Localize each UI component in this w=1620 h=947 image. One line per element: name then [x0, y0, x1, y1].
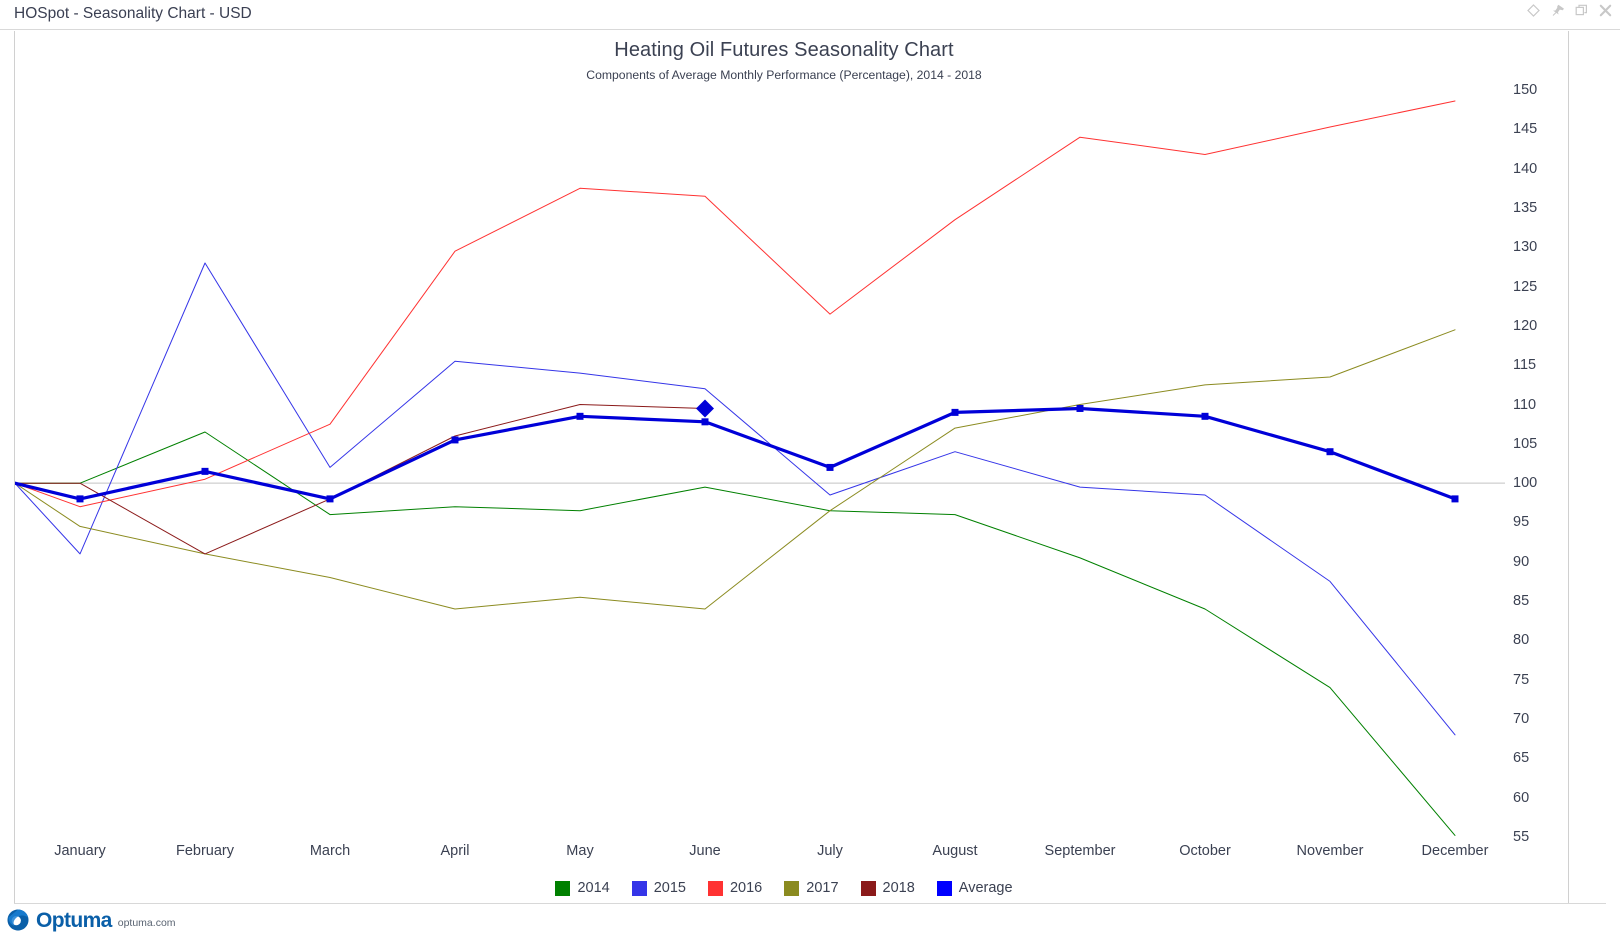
y-axis-tick: 135	[1513, 199, 1538, 216]
chart-plot-area[interactable]	[15, 90, 1505, 837]
y-axis-tick: 75	[1513, 671, 1530, 688]
y-axis-tick: 110	[1513, 396, 1537, 413]
legend-label: 2018	[882, 880, 915, 896]
y-axis-tick: 105	[1513, 435, 1538, 452]
legend-swatch-icon	[707, 880, 723, 896]
legend-label: 2017	[806, 880, 839, 896]
legend-swatch-icon	[555, 880, 571, 896]
series-marker-average[interactable]	[451, 436, 459, 444]
chart-canvas	[15, 100, 1505, 836]
y-axis-tick: 85	[1513, 593, 1530, 610]
chart-legend: 2014 2015 2016 2017 2018 Average	[0, 880, 1568, 896]
series-line-2015[interactable]	[15, 262, 1456, 736]
optuma-logo: Optuma optuma.com	[6, 908, 176, 932]
legend-swatch-icon	[631, 880, 647, 896]
legend-swatch-icon	[784, 880, 800, 896]
x-axis-tick: May	[566, 843, 594, 859]
series-marker-average[interactable]	[1451, 495, 1459, 503]
x-axis-tick: June	[689, 843, 721, 859]
window-titlebar: HOSpot - Seasonality Chart - USD	[0, 0, 1620, 30]
chart-title: Heating Oil Futures Seasonality Chart	[614, 39, 954, 61]
window-title: HOSpot - Seasonality Chart - USD	[14, 5, 252, 22]
series-marker-average[interactable]	[1076, 404, 1084, 412]
y-axis-tick: 150	[1513, 82, 1538, 98]
series-marker-average[interactable]	[576, 412, 584, 420]
y-axis: 150 145 140 135 130 125 120 115 110 105 100 95 90 85 8…	[1505, 83, 1567, 844]
y-axis-tick: 130	[1513, 239, 1538, 256]
y-axis-line	[1568, 31, 1569, 903]
x-axis-tick: August	[932, 843, 978, 859]
legend-item-2016[interactable]: 2016	[707, 880, 763, 896]
optuma-logo-mark	[7, 909, 29, 931]
series-line-2014[interactable]	[15, 431, 1456, 836]
series-marker-average[interactable]	[201, 467, 209, 475]
series-line-2016[interactable]	[15, 100, 1456, 508]
y-axis-tick: 90	[1513, 553, 1530, 570]
legend-item-2015[interactable]: 2015	[631, 880, 686, 896]
x-axis-tick: December	[1421, 843, 1489, 859]
x-axis-tick: July	[817, 843, 843, 859]
y-axis-tick: 60	[1513, 789, 1530, 806]
y-axis-tick: 80	[1513, 632, 1530, 649]
series-marker-average[interactable]	[1326, 448, 1334, 456]
y-axis-tick: 70	[1513, 711, 1530, 728]
x-axis-tick: January	[54, 843, 106, 859]
series-marker-average[interactable]	[951, 408, 959, 416]
legend-item-2014[interactable]: 2014	[555, 880, 610, 896]
restore-icon[interactable]	[1575, 4, 1588, 17]
seasonality-chart-window: HOSpot - Seasonality Chart - USD Heating…	[0, 0, 1620, 947]
diamond-icon[interactable]	[1527, 4, 1540, 17]
optuma-logo-word: Optuma	[36, 908, 112, 932]
legend-swatch-icon	[936, 880, 952, 896]
x-axis-tick: September	[1044, 843, 1116, 859]
y-axis-tick: 140	[1513, 160, 1538, 177]
y-axis-tick: 125	[1513, 278, 1538, 295]
series-marker-average[interactable]	[76, 495, 84, 503]
y-axis-tick: 145	[1513, 121, 1538, 138]
series-line-average[interactable]	[15, 406, 1457, 501]
pin-icon[interactable]	[1551, 4, 1564, 17]
x-axis-tick: November	[1296, 843, 1364, 859]
window-controls	[1527, 4, 1612, 17]
legend-label: Average	[958, 880, 1013, 896]
legend-swatch-icon	[860, 880, 876, 896]
x-axis-tick: October	[1179, 843, 1231, 859]
x-axis-tick: April	[440, 843, 470, 859]
y-axis-tick: 115	[1513, 357, 1537, 374]
legend-item-2018[interactable]: 2018	[860, 880, 915, 896]
chart-subtitle: Components of Average Monthly Performanc…	[586, 68, 982, 82]
legend-item-average[interactable]: Average	[936, 880, 1013, 896]
y-axis-tick: 120	[1513, 317, 1538, 334]
y-axis-tick: 65	[1513, 750, 1530, 767]
series-marker-average[interactable]	[701, 418, 709, 426]
y-axis-tick: 95	[1513, 514, 1530, 531]
x-axis-tick: February	[175, 843, 235, 859]
y-axis-tick: 100	[1513, 475, 1538, 492]
series-marker-average[interactable]	[826, 463, 834, 471]
series-line-2017[interactable]	[15, 329, 1456, 610]
series-line-2018[interactable]	[15, 404, 706, 555]
cursor-diamond-marker[interactable]	[696, 399, 714, 418]
series-marker-average[interactable]	[326, 495, 334, 503]
x-axis: January February March April May June July Augu…	[0, 843, 1568, 873]
legend-label: 2014	[577, 880, 610, 896]
x-axis-tick: March	[309, 843, 351, 859]
optuma-logo-domain: optuma.com	[117, 916, 176, 929]
legend-item-2017[interactable]: 2017	[784, 880, 839, 896]
series-marker-average[interactable]	[1201, 412, 1209, 420]
footer-divider	[14, 903, 1606, 904]
legend-label: 2015	[653, 880, 686, 896]
close-icon[interactable]	[1599, 4, 1612, 17]
legend-label: 2016	[729, 880, 763, 896]
